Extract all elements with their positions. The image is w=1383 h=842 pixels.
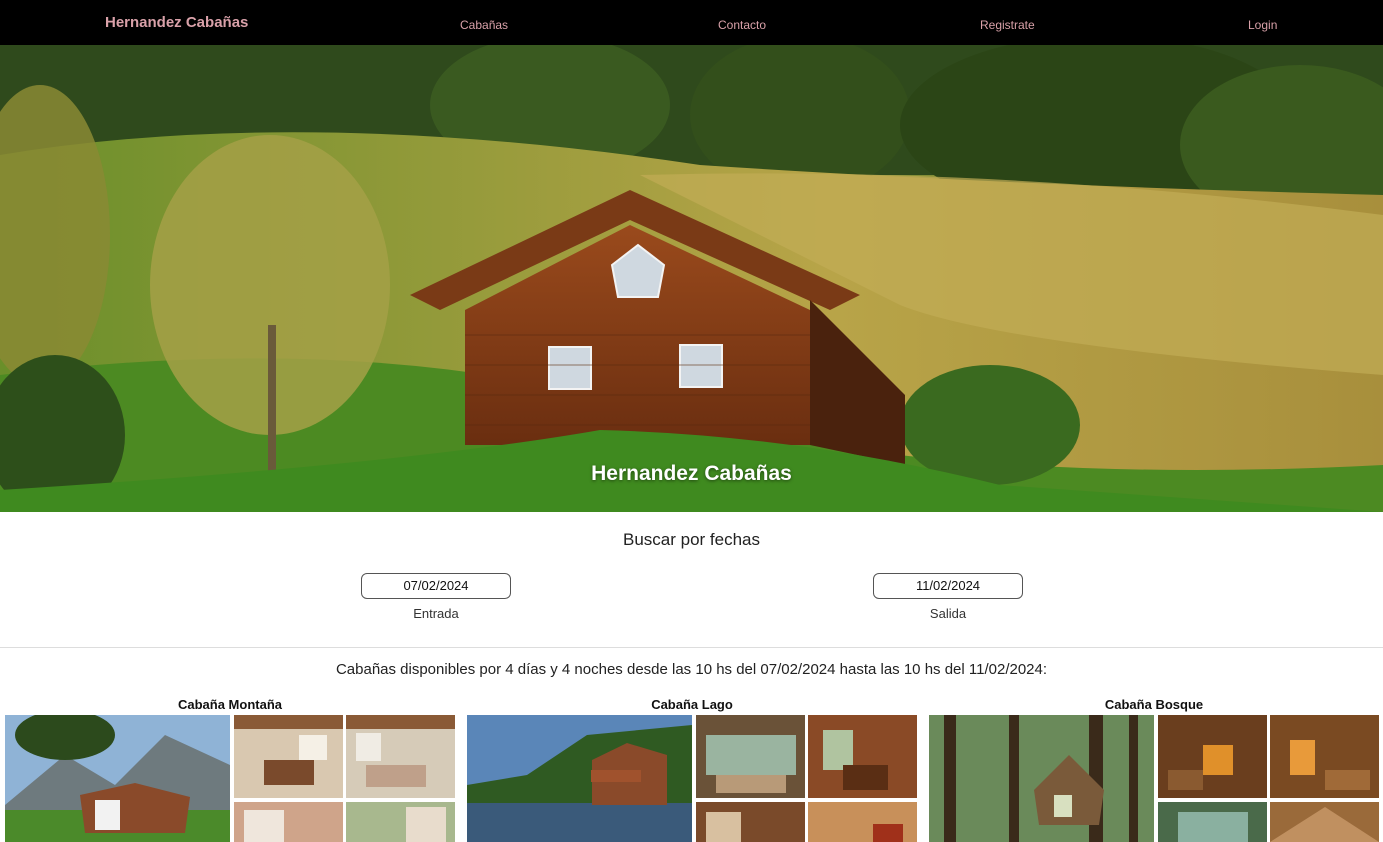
cabin-bosque-main-photo[interactable]: [929, 715, 1154, 842]
cabin-lago-photo-2[interactable]: [696, 715, 805, 798]
exit-date-input[interactable]: 11/02/2024: [873, 573, 1023, 599]
entry-date-label: Entrada: [413, 606, 459, 621]
search-heading: Buscar por fechas: [622, 530, 760, 549]
cabin-lago-photo-3[interactable]: [808, 715, 917, 798]
cabin-montana-main-photo[interactable]: [5, 715, 230, 842]
cabin-montana-photo-4[interactable]: [234, 802, 343, 842]
cabin-title-montana: Cabaña Montaña: [177, 697, 282, 712]
brand-logo[interactable]: Hernandez Cabañas: [105, 14, 248, 31]
cabin-montana-photo-2[interactable]: [234, 715, 343, 798]
nav-link-registrate[interactable]: Registrate: [980, 18, 1035, 32]
cabin-lago-photo-4[interactable]: [696, 802, 805, 842]
nav-link-cabanas[interactable]: Cabañas: [460, 18, 508, 32]
exit-date-label: Salida: [929, 606, 967, 621]
cabin-bosque-photo-2[interactable]: [1158, 715, 1267, 798]
cabin-title-lago: Cabaña Lago: [651, 697, 733, 712]
cabin-bosque-photo-3[interactable]: [1270, 715, 1379, 798]
section-divider: [0, 647, 1383, 648]
cabin-montana-photo-5[interactable]: [346, 802, 455, 842]
availability-text: Cabañas disponibles por 4 días y 4 noche…: [335, 661, 1048, 678]
nav-link-contacto[interactable]: Contacto: [718, 18, 766, 32]
cabin-bosque-photo-4[interactable]: [1158, 802, 1267, 842]
cabin-lago-photo-5[interactable]: [808, 802, 917, 842]
cabin-bosque-photo-5[interactable]: [1270, 802, 1379, 842]
cabin-title-bosque: Cabaña Bosque: [1104, 697, 1204, 712]
entry-date-input[interactable]: 07/02/2024: [361, 573, 511, 599]
hero-banner: Hernandez Cabañas: [0, 45, 1383, 512]
hero-title: Hernandez Cabañas: [591, 462, 792, 485]
cabin-lago-main-photo[interactable]: [467, 715, 692, 842]
top-navbar: Hernandez Cabañas Cabañas Contacto Regis…: [0, 0, 1383, 45]
hero-image: [0, 45, 1383, 512]
nav-link-login[interactable]: Login: [1248, 18, 1277, 32]
cabin-montana-photo-3[interactable]: [346, 715, 455, 798]
